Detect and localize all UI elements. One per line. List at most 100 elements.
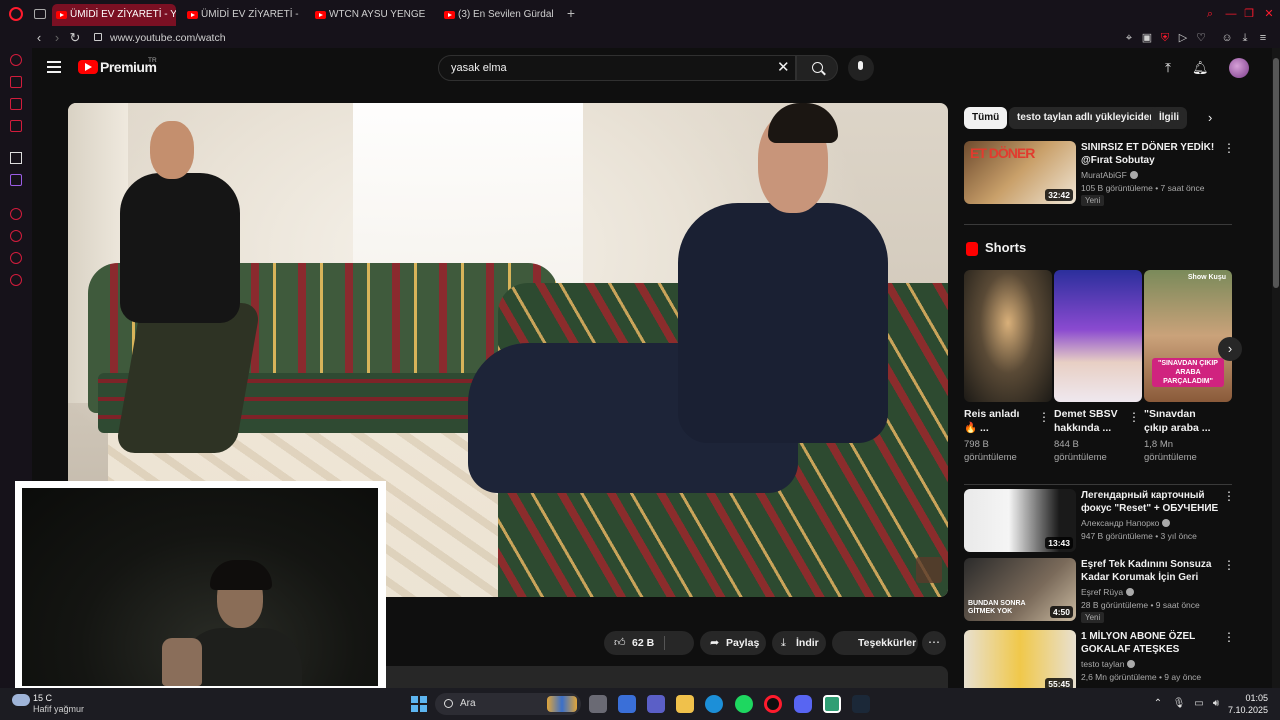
video-thumbnail[interactable]: BUNDAN SONRA GİTMEK YOK 4:50 [964,558,1076,621]
download-button[interactable]: ⤓ İndir [772,631,826,655]
task-view-icon[interactable] [589,695,607,713]
easy-setup-icon[interactable]: ≡ [1256,31,1270,45]
sidebar-package-icon[interactable] [10,252,22,264]
tray-overflow-chevron-icon[interactable]: ⌃ [1151,697,1165,711]
clock-time[interactable]: 01:05 [1226,693,1268,704]
history-clock-icon[interactable] [10,230,22,242]
channel-name[interactable]: Александр Напорко [1081,518,1171,528]
weather-temperature[interactable]: 15 C [33,693,52,704]
short-item[interactable]: Show Kuşu "SINAVDAN ÇIKIP ARABA PARÇALAD… [1144,270,1232,464]
clock-date[interactable]: 7.10.2025 [1216,705,1268,716]
pin-icon[interactable]: ⌖ [1122,31,1136,45]
search-input[interactable]: yasak elma [451,62,507,74]
chip-all[interactable]: Tümü [964,107,1008,129]
notifications-bell-icon[interactable]: 🔔︎ [1192,60,1209,76]
tab-islands-icon[interactable] [34,9,46,19]
download-icon[interactable]: ⤓ [1238,31,1252,45]
sidebar-aria-icon[interactable] [10,54,22,66]
file-explorer-icon[interactable] [676,695,694,713]
player-icon[interactable]: ▷ [1176,31,1190,45]
search-button[interactable] [796,55,838,81]
channel-name[interactable]: MuratAbiGF [1081,170,1138,180]
new-tab-plus-icon[interactable]: + [564,6,578,20]
channel-name[interactable]: Eşref Rüya [1081,587,1135,597]
browser-tab-2[interactable]: ÜMİDİ EV ZİYARETİ - You [183,4,299,26]
browser-tab-1[interactable]: ÜMİDİ EV ZİYARETİ - YouT [52,4,176,26]
taskbar-search[interactable]: Ara [435,693,581,715]
short-item[interactable]: Demet SBSV hakkında ... 844 B görüntülem… [1054,270,1142,464]
thanks-button[interactable]: Teşekkürler [832,631,918,655]
minimize-icon[interactable]: — [1224,7,1238,21]
windows-start-icon[interactable] [411,696,427,712]
spotify-icon[interactable] [735,695,753,713]
video-menu-kebab-icon[interactable]: ⋮ [1223,141,1235,155]
account-avatar[interactable] [1229,58,1249,78]
short-title[interactable]: Reis anladı 🔥 ... [964,407,1034,435]
store-icon[interactable] [618,695,636,713]
search-box[interactable]: yasak elma ✕ [438,55,796,81]
video-title[interactable]: 1 MİLYON ABONE ÖZEL GOKALAF ATEŞKES [1081,630,1221,656]
app-icon[interactable] [823,695,841,713]
microphone-icon[interactable]: 🎙︎ [1172,697,1186,711]
display-icon[interactable]: ▭ [1192,697,1206,711]
recommended-video[interactable]: ET DÖNER 32:42 SINIRSIZ ET DÖNER YEDİK! … [964,141,1235,209]
short-thumbnail[interactable]: Show Kuşu "SINAVDAN ÇIKIP ARABA PARÇALAD… [1144,270,1232,402]
short-menu-kebab-icon[interactable]: ⋮ [1128,410,1140,424]
sidebar-bookmarks-icon[interactable] [10,76,22,88]
opera-gx-icon[interactable] [764,695,782,713]
short-title[interactable]: Demet SBSV hakkında ... [1054,407,1124,435]
menu-hamburger-icon[interactable] [47,61,61,73]
twitch-icon[interactable] [10,174,22,186]
browser-tab-4[interactable]: (3) En Sevilen Gürdal Şahi [440,4,556,26]
short-thumbnail[interactable] [1054,270,1142,402]
chips-next-chevron-icon[interactable]: › [1208,110,1212,125]
video-thumbnail[interactable]: 13:43 [964,489,1076,552]
reload-icon[interactable]: ↻ [68,30,82,46]
browser-tab-3[interactable]: WTCN AYSU YENGE İLE [311,4,427,26]
voice-search-mic-icon[interactable] [848,55,874,81]
video-menu-kebab-icon[interactable]: ⋮ [1223,630,1235,644]
short-item[interactable]: Reis anladı 🔥 ... 798 B görüntüleme ⋮ [964,270,1052,464]
channel-watermark[interactable] [916,557,942,583]
discord-icon[interactable] [794,695,812,713]
shorts-next-chevron-icon[interactable]: › [1218,337,1242,361]
youtube-logo-icon[interactable] [78,60,98,74]
channel-name[interactable]: testo taylan [1081,659,1136,669]
share-button[interactable]: ➦ Paylaş [700,631,766,655]
video-menu-kebab-icon[interactable]: ⋮ [1223,558,1235,572]
video-title[interactable]: Легендарный карточный фокус "Reset" + ОБ… [1081,489,1221,515]
forward-arrow-icon[interactable]: › [50,30,64,46]
create-upload-icon[interactable]: ⤒ [1160,60,1176,76]
short-title[interactable]: "Sınavdan çıkıp araba ... [1144,407,1214,435]
scrollbar-thumb[interactable] [1273,58,1279,288]
edge-icon[interactable] [705,695,723,713]
address-url[interactable]: www.youtube.com/watch [110,31,226,45]
chip-related[interactable]: İlgili [1151,107,1187,129]
sidebar-extension-icon[interactable] [10,152,22,164]
profile-icon[interactable]: ☺ [1220,31,1234,45]
video-title[interactable]: Eşref Tek Kadınını Sonsuza Kadar Korumak… [1081,558,1221,584]
vpn-shield-icon[interactable]: ⛨ [1158,31,1172,45]
teams-icon[interactable] [647,695,665,713]
sidebar-workspace-icon[interactable] [10,120,22,132]
video-menu-kebab-icon[interactable]: ⋮ [1223,489,1235,503]
sidebar-messenger-icon[interactable] [10,98,22,110]
weather-description[interactable]: Hafif yağmur [33,704,84,715]
video-thumbnail[interactable]: 55:45 [964,630,1076,688]
video-title[interactable]: SINIRSIZ ET DÖNER YEDİK! @Fırat Sobutay [1081,141,1221,167]
settings-gear-icon[interactable] [10,274,22,286]
recommended-video[interactable]: 55:45 1 MİLYON ABONE ÖZEL GOKALAF ATEŞKE… [964,630,1235,688]
video-thumbnail[interactable]: ET DÖNER 32:42 [964,141,1076,204]
sidebar-player-icon[interactable] [10,208,22,220]
steam-icon[interactable] [852,695,870,713]
opera-logo-icon[interactable] [9,7,23,21]
like-button[interactable]: 👍︎ 62 B [604,631,694,655]
weather-cloud-icon[interactable] [12,694,30,706]
short-menu-kebab-icon[interactable]: ⋮ [1038,410,1050,424]
maximize-icon[interactable]: ❐ [1242,7,1256,21]
search-tabs-icon[interactable]: ⌕ [1203,7,1217,21]
chip-uploader[interactable]: testo taylan adlı yükleyiciden [1009,107,1164,129]
close-window-icon[interactable]: ✕ [1262,7,1276,21]
page-scrollbar[interactable] [1272,48,1280,688]
back-arrow-icon[interactable]: ‹ [32,30,46,46]
